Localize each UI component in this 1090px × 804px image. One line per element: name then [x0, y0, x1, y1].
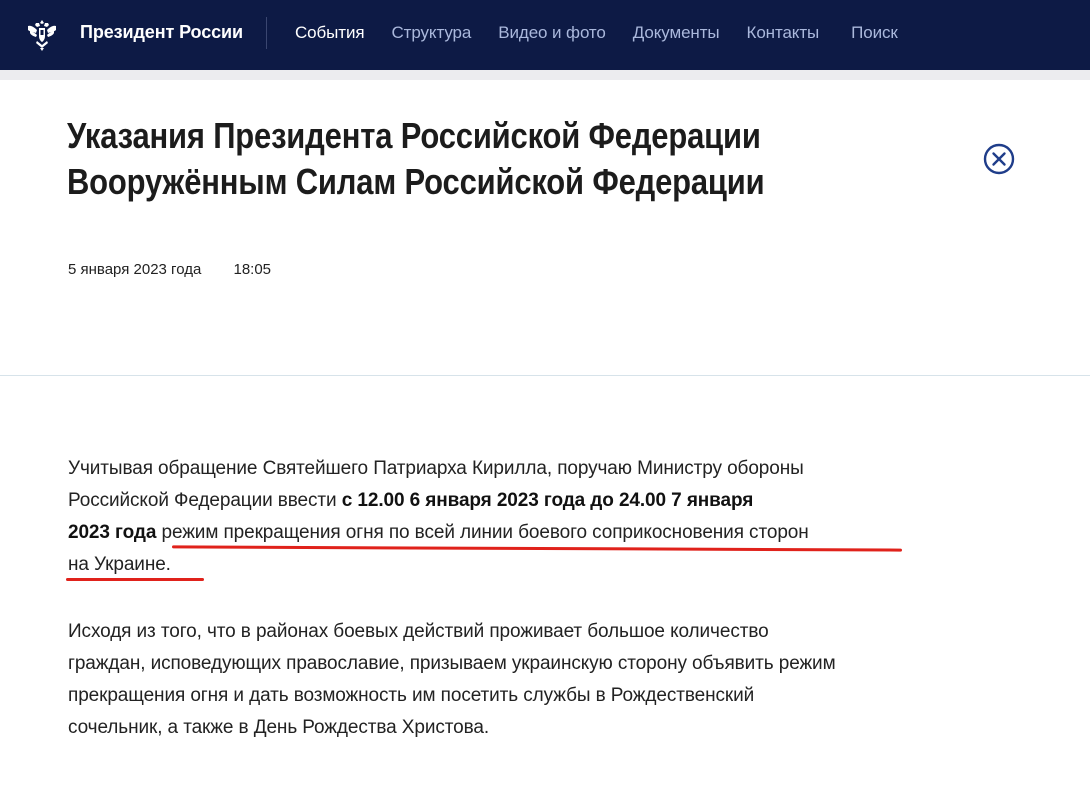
article-meta: 5 января 2023 года 18:05 — [68, 261, 299, 278]
nav-item-structure[interactable]: Структура — [391, 23, 471, 43]
article-time: 18:05 — [233, 261, 272, 278]
top-navigation-bar: Президент России События Структура Видео… — [0, 0, 1090, 70]
site-title[interactable]: Президент России — [80, 22, 243, 43]
paragraph-2-line-3: прекращения огня и дать возможность им п… — [68, 685, 755, 706]
close-circle-icon[interactable] — [983, 143, 1015, 175]
paragraph-1-line-4: на Украине. — [68, 554, 171, 575]
highlight-underline-2 — [66, 578, 204, 581]
paragraph-1-line-2: Российской Федерации ввести с 12.00 6 ян… — [68, 485, 928, 517]
ceasefire-year-bold: 2023 года — [68, 522, 157, 543]
article-date: 5 января 2023 года — [68, 261, 202, 278]
nav-item-video-photo[interactable]: Видео и фото — [498, 23, 606, 43]
ceasefire-period-bold: с 12.00 6 января 2023 года до 24.00 7 ян… — [341, 490, 754, 511]
paragraph-2-line-2: граждан, исповедующих православие, призы… — [68, 653, 836, 674]
header-shadow-strip — [0, 70, 1090, 80]
article-paragraph-1: Учитывая обращение Святейшего Патриарха … — [68, 453, 928, 581]
ceasefire-regime-text: режим прекращения огня по всей линии бое… — [156, 522, 809, 543]
paragraph-2-line-4: сочельник, а также в День Рождества Хрис… — [68, 717, 490, 738]
paragraph-1-line-1: Учитывая обращение Святейшего Патриарха … — [68, 458, 804, 479]
article-title-line-1: Указания Президента Российской Федерации — [67, 115, 761, 156]
article-title: Указания Президента Российской Федерации… — [67, 113, 824, 205]
double-headed-eagle-icon[interactable] — [22, 14, 62, 54]
article-paragraph-2: Исходя из того, что в районах боевых дей… — [68, 616, 928, 744]
paragraph-2-line-1: Исходя из того, что в районах боевых дей… — [68, 621, 769, 642]
nav-divider — [266, 17, 267, 49]
nav-item-events[interactable]: События — [295, 23, 365, 43]
nav-item-search[interactable]: Поиск — [851, 23, 898, 43]
nav-item-documents[interactable]: Документы — [633, 23, 720, 43]
paragraph-1-line-2-text: Российской Федерации ввести — [68, 490, 342, 511]
nav-item-contacts[interactable]: Контакты — [747, 23, 820, 43]
paragraph-1-line-3: 2023 года режим прекращения огня по всей… — [68, 517, 928, 549]
main-nav: События Структура Видео и фото Документы… — [295, 23, 925, 43]
article-title-line-2: Вооружённым Силам Российской Федерации — [67, 161, 765, 202]
section-divider — [0, 375, 1090, 376]
